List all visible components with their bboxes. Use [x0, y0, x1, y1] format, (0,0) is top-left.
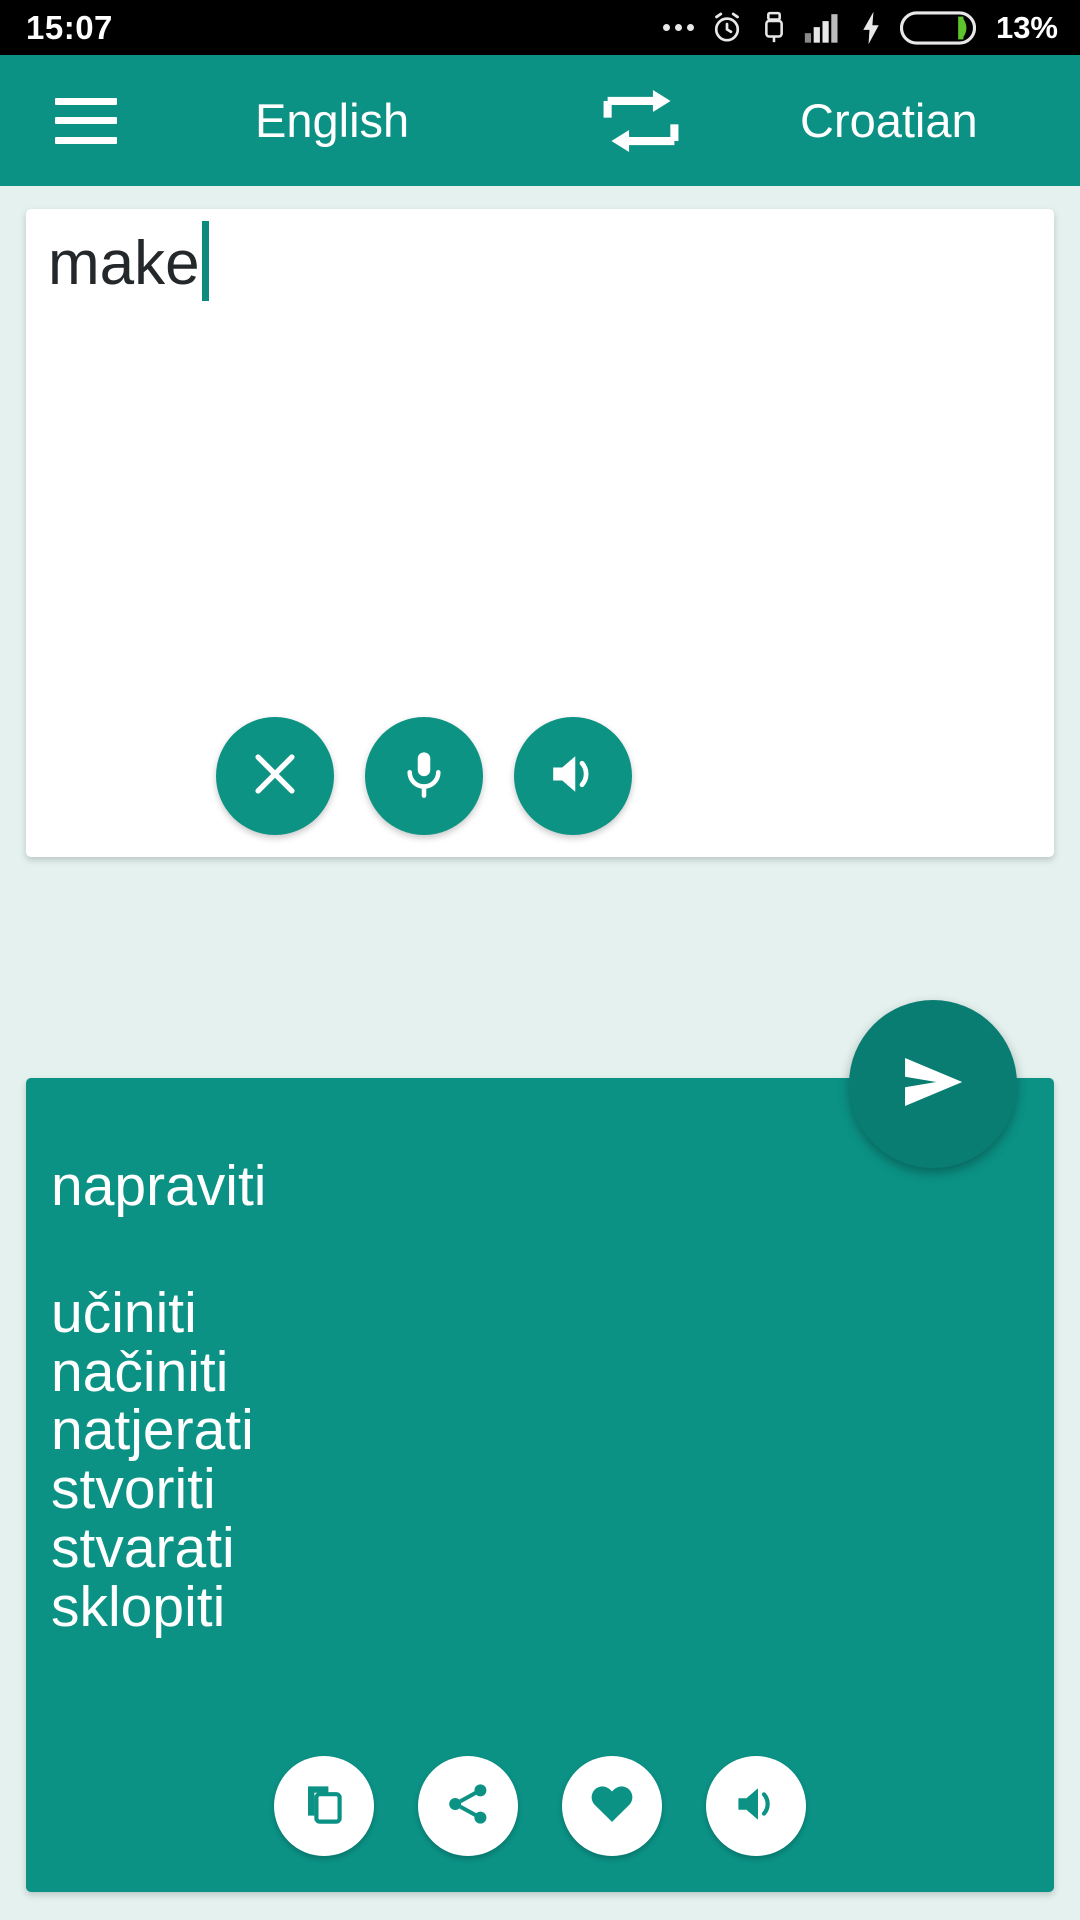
usb-icon — [760, 11, 788, 45]
share-button[interactable] — [418, 1756, 518, 1856]
clear-button[interactable] — [216, 717, 334, 835]
heart-icon — [587, 1779, 637, 1834]
list-item: načiniti — [51, 1339, 229, 1404]
status-icons: 13% — [662, 10, 1058, 45]
result-action-row — [26, 1756, 1054, 1856]
source-language-selector[interactable]: English — [255, 97, 409, 144]
microphone-icon — [398, 748, 450, 805]
favorite-button[interactable] — [562, 1756, 662, 1856]
status-time: 15:07 — [26, 9, 113, 46]
status-bar: 15:07 13% — [0, 0, 1080, 55]
result-card: napraviti učiniti načiniti natjerati stv… — [26, 1078, 1054, 1892]
close-icon — [248, 747, 302, 806]
list-item: stvarati — [51, 1515, 235, 1580]
share-icon — [444, 1780, 492, 1833]
battery-icon — [899, 10, 976, 45]
battery-percent: 13% — [995, 10, 1058, 45]
signal-icon — [804, 12, 842, 44]
source-text-input[interactable]: make — [48, 221, 1008, 301]
hamburger-menu-icon[interactable] — [55, 97, 117, 144]
list-item: natjerati — [51, 1398, 254, 1463]
list-item: sklopiti — [51, 1574, 226, 1639]
source-text-value: make — [48, 229, 200, 298]
source-card: make — [26, 209, 1054, 857]
source-action-row — [26, 717, 1054, 835]
list-item: učiniti — [51, 1281, 197, 1345]
alternative-translations: učiniti načiniti natjerati stvoriti stva… — [51, 1284, 254, 1636]
target-language-selector[interactable]: Croatian — [800, 97, 978, 144]
primary-translation: napraviti — [51, 1154, 267, 1218]
speak-result-button[interactable] — [706, 1756, 806, 1856]
voice-input-button[interactable] — [365, 717, 483, 835]
speaker-icon — [546, 747, 600, 806]
copy-button[interactable] — [274, 1756, 374, 1856]
list-item: stvoriti — [51, 1457, 216, 1522]
translate-send-button[interactable] — [849, 1000, 1017, 1168]
speaker-icon — [732, 1780, 780, 1833]
send-icon — [894, 1043, 972, 1126]
app-bar: English Croatian — [0, 55, 1080, 186]
swap-languages-icon[interactable] — [591, 88, 691, 154]
text-caret — [201, 221, 209, 301]
speak-source-button[interactable] — [514, 717, 632, 835]
more-dots-icon — [662, 24, 694, 31]
alarm-icon — [710, 11, 744, 45]
copy-icon — [300, 1780, 348, 1833]
charging-bolt-icon — [858, 11, 884, 45]
